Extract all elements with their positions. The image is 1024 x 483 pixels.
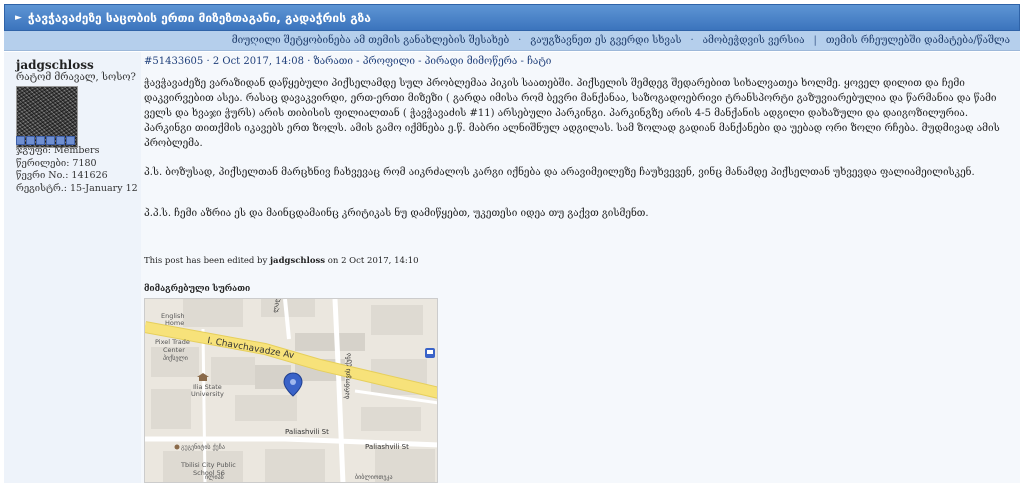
option-favorites[interactable]: თემის რჩეულებში დამატება/წაშლა	[826, 35, 1010, 46]
author-title: რატომ მრავალ, სოსო?	[16, 72, 136, 83]
post-id-link[interactable]: #51433605	[144, 56, 203, 67]
post-date: 2 Oct 2017, 14:08	[212, 56, 304, 67]
author-stats: ჯგუფი: Members წერილები: 7180 წევრი No.:…	[16, 145, 138, 195]
svg-text:Center: Center	[163, 346, 185, 354]
author-registered: რეგისტრ.: 15-January 12	[16, 182, 138, 194]
topic-options-bar: მიუღილი შეტყობინება ამ თემის განახლების …	[4, 31, 1020, 51]
post-header: #51433605 · 2 Oct 2017, 14:08 · ზარათი -…	[144, 56, 552, 67]
author-name[interactable]: jadgschloss	[16, 58, 94, 72]
author-group: ჯგუფი: Members	[16, 145, 100, 156]
edited-note: This post has been edited by jadgschloss…	[144, 256, 419, 266]
option-subscribe[interactable]: მიუღილი შეტყობინება ამ თემის განახლების …	[232, 35, 509, 46]
svg-text:Home: Home	[165, 319, 184, 327]
topic-title-bar: ► ჭავჭავაძეზე საცობის ერთი მიზეზთაგანი, …	[4, 4, 1020, 31]
author-member-no: წევრი No.: 141626	[16, 170, 108, 181]
post-paragraph-1: ჭავჭავაძეზე ვარაზიდან დაწყებული პიქსელამ…	[144, 78, 1000, 149]
option-send-page[interactable]: გაუგზავნეთ ეს გვერდი სხვას	[530, 35, 681, 46]
post-action-links[interactable]: ზარათი - პროფილი - პირადი მიმოწერა - ჩატ…	[314, 56, 552, 67]
attached-map-image[interactable]: English Home Pixel Trade Center პიქსელი …	[144, 298, 438, 483]
svg-text:Tbilisi City Public: Tbilisi City Public	[180, 461, 236, 469]
svg-text:Paliashvili St: Paliashvili St	[285, 428, 329, 436]
svg-text:პიქსელი: პიქსელი	[163, 355, 188, 362]
post-paragraph-2: პ.ს. ბოზუსად, პიქსელთან მარცხნივ ჩახვევა…	[144, 167, 975, 178]
svg-text:Paliashvili St: Paliashvili St	[365, 443, 409, 451]
svg-text:ბარნოვის ქუჩა: ბარნოვის ქუჩა	[342, 353, 353, 399]
arrow-icon: ►	[15, 12, 22, 23]
author-panel: jadgschloss რატომ მრავალ, სოსო? ჯგუფი: M…	[4, 52, 141, 483]
topic-title: ჭავჭავაძეზე საცობის ერთი მიზეზთაგანი, გა…	[27, 10, 371, 25]
post-paragraph-3: პ.პ.ს. ჩემი აზრია ეს და მაინცდამაინც კრი…	[144, 208, 649, 219]
rank-pips	[16, 136, 75, 145]
option-print-version[interactable]: ამობეჭდვის ვერსია	[703, 35, 805, 46]
svg-text:გუგენიტის ქუჩა: გუგენიტის ქუჩა	[181, 444, 225, 451]
svg-text:University: University	[191, 390, 224, 398]
attachment-label: მიმაგრებული სურათი	[144, 284, 251, 294]
author-posts: წერილები: 7180	[16, 157, 97, 169]
edited-by[interactable]: jadgschloss	[270, 256, 325, 266]
svg-text:ილიას: ილიას	[205, 474, 224, 481]
svg-text:Pixel Trade: Pixel Trade	[155, 338, 190, 346]
svg-text:ბიბლიოთეკა: ბიბლიოთეკა	[355, 474, 393, 481]
post-body: ჭავჭავაძეზე ვარაზიდან დაწყებული პიქსელამ…	[144, 76, 1014, 233]
